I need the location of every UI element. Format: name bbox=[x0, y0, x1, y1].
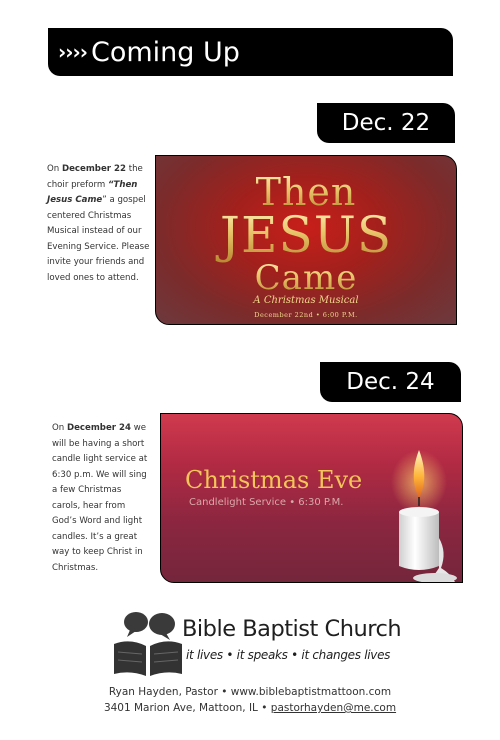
church-logo: Bible Baptist Church it lives • it speak… bbox=[110, 610, 402, 682]
section-header: ›››› Coming Up bbox=[48, 28, 453, 76]
event-description-dec-24: On December 24 we will be having a short… bbox=[52, 423, 148, 573]
bible-speech-bubbles-icon bbox=[114, 612, 182, 676]
footer-address-line: 3401 Marion Ave, Mattoon, IL • pastorhay… bbox=[0, 702, 500, 714]
footer-pastor-website: Ryan Hayden, Pastor • www.biblebaptistma… bbox=[108, 686, 392, 698]
musical-title-line-3: Came bbox=[156, 258, 456, 298]
candle-icon bbox=[391, 450, 457, 582]
footer-address: 3401 Marion Ave, Mattoon, IL • bbox=[103, 702, 271, 714]
email-link[interactable]: pastorhayden@me.com bbox=[271, 702, 396, 714]
musical-date: December 22nd • 6:00 P.M. bbox=[254, 311, 358, 319]
church-tagline: it lives • it speaks • it changes lives bbox=[186, 648, 391, 662]
date-tab-dec-24: Dec. 24 bbox=[320, 362, 461, 402]
christmas-eve-image: Christmas Eve Candlelight Service • 6:30… bbox=[160, 413, 463, 583]
musical-title-line-2: JESUS bbox=[156, 206, 456, 264]
then-jesus-came-image: Then JESUS Came A Christmas Musical Dece… bbox=[155, 155, 457, 325]
event-description-dec-22: On December 22 the choir preform “Then J… bbox=[47, 164, 150, 283]
musical-subtitle: A Christmas Musical bbox=[253, 295, 359, 306]
section-title: Coming Up bbox=[90, 36, 240, 68]
candlelight-subtitle: Candlelight Service • 6:30 P.M. bbox=[189, 497, 344, 508]
date-tab-dec-22: Dec. 22 bbox=[317, 103, 455, 143]
church-name: Bible Baptist Church bbox=[182, 616, 402, 642]
christmas-eve-title: Christmas Eve bbox=[185, 466, 363, 494]
arrows-icon: ›››› bbox=[58, 40, 88, 64]
